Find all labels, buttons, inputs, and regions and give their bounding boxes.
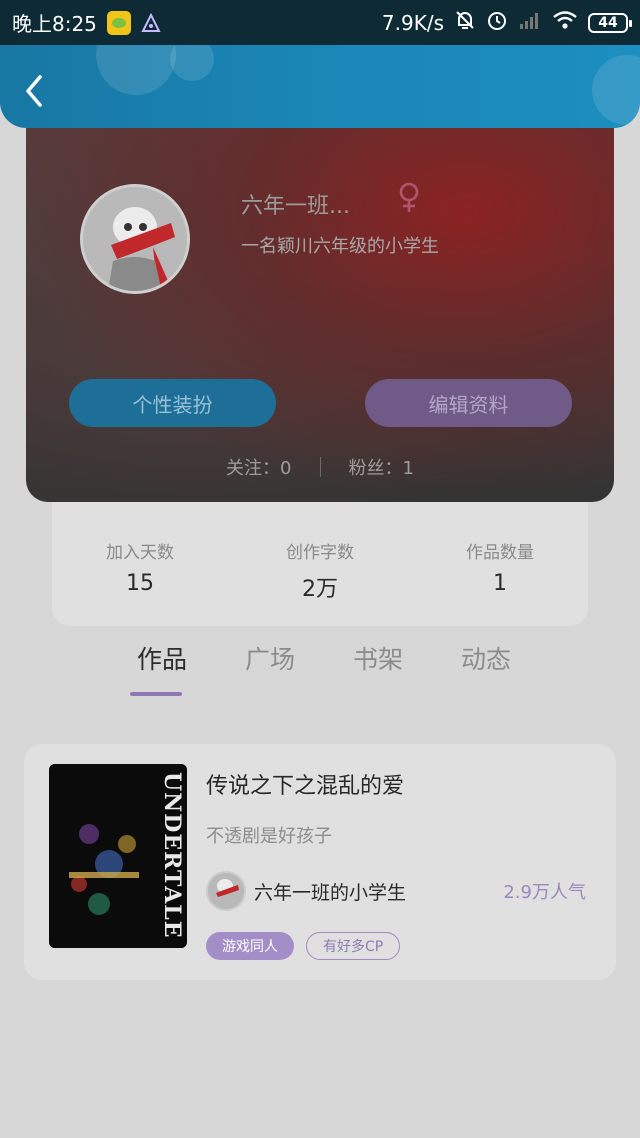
header-decoration bbox=[170, 45, 214, 81]
app-notification-icon-2 bbox=[141, 12, 161, 33]
work-cover-image[interactable]: UNDERTALE bbox=[49, 764, 187, 948]
stat-label: 加入天数 bbox=[106, 543, 174, 563]
screen: 晚上8:25 7.9K/s 44 六年一班... 一名颖川六年级的小学生 个性装… bbox=[0, 0, 640, 1138]
net-speed: 7.9K/s bbox=[381, 10, 444, 35]
work-title[interactable]: 传说之下之混乱的爱 bbox=[206, 768, 404, 800]
content-tabs: 作品 广场 书架 动态 bbox=[108, 640, 548, 700]
status-right: 7.9K/s 44 bbox=[381, 9, 632, 36]
tag-chip[interactable]: 游戏同人 bbox=[206, 932, 294, 960]
stat-word-count: 创作字数 2万 bbox=[272, 538, 368, 626]
profile-card: 六年一班... 一名颖川六年级的小学生 个性装扮 编辑资料 关注：0 粉丝：1 bbox=[26, 100, 614, 502]
follow-stats: 关注：0 粉丝：1 bbox=[26, 452, 614, 482]
alarm-icon bbox=[486, 9, 508, 36]
tab-bookshelf[interactable]: 书架 bbox=[324, 640, 432, 700]
stat-label: 作品数量 bbox=[466, 543, 534, 563]
battery-indicator: 44 bbox=[588, 12, 632, 33]
top-header bbox=[0, 45, 640, 128]
status-bar: 晚上8:25 7.9K/s 44 bbox=[0, 0, 640, 45]
app-notification-icon bbox=[106, 10, 131, 35]
nickname: 六年一班... bbox=[241, 194, 350, 219]
stat-label: 创作字数 bbox=[286, 543, 354, 563]
work-tags: 游戏同人 有好多CP bbox=[206, 932, 401, 960]
avatar[interactable] bbox=[80, 184, 190, 294]
followers-count[interactable]: 粉丝：1 bbox=[349, 454, 414, 480]
following-count[interactable]: 关注：0 bbox=[226, 454, 291, 480]
status-left: 晚上8:25 bbox=[12, 8, 161, 37]
female-icon bbox=[398, 182, 420, 218]
work-card[interactable]: UNDERTALE 传说之下之混乱的爱 不透剧是好孩子 六年一班的小学生 2.9… bbox=[24, 744, 616, 980]
popularity-count: 2.9万人气 bbox=[503, 882, 586, 903]
stat-join-days: 加入天数 15 bbox=[92, 538, 188, 626]
divider bbox=[319, 457, 321, 477]
author-name: 六年一班的小学生 bbox=[254, 881, 407, 904]
header-decoration bbox=[592, 55, 640, 125]
tag-chip[interactable]: 有好多CP bbox=[306, 932, 401, 960]
edit-profile-button[interactable]: 编辑资料 bbox=[365, 379, 572, 427]
work-description: 不透剧是好孩子 bbox=[206, 826, 332, 847]
tab-square[interactable]: 广场 bbox=[216, 640, 324, 700]
status-time: 晚上8:25 bbox=[12, 12, 97, 36]
tab-activity[interactable]: 动态 bbox=[432, 640, 540, 700]
chevron-left-icon bbox=[26, 75, 42, 107]
cover-title-text: UNDERTALE bbox=[159, 772, 185, 939]
author-avatar[interactable] bbox=[206, 871, 246, 911]
tab-works[interactable]: 作品 bbox=[108, 640, 216, 700]
stat-work-count: 作品数量 1 bbox=[452, 538, 548, 626]
bell-off-icon bbox=[454, 9, 476, 36]
back-button[interactable] bbox=[18, 73, 50, 109]
wifi-icon bbox=[552, 10, 578, 35]
signal-icon bbox=[518, 10, 542, 35]
stat-value: 15 bbox=[126, 571, 154, 596]
stat-value: 1 bbox=[493, 571, 507, 596]
header-decoration bbox=[96, 45, 176, 95]
author-row: 六年一班的小学生 2.9万人气 bbox=[206, 870, 586, 912]
stat-value: 2万 bbox=[302, 577, 338, 602]
bio: 一名颖川六年级的小学生 bbox=[241, 236, 439, 257]
dress-up-button[interactable]: 个性装扮 bbox=[69, 379, 276, 427]
